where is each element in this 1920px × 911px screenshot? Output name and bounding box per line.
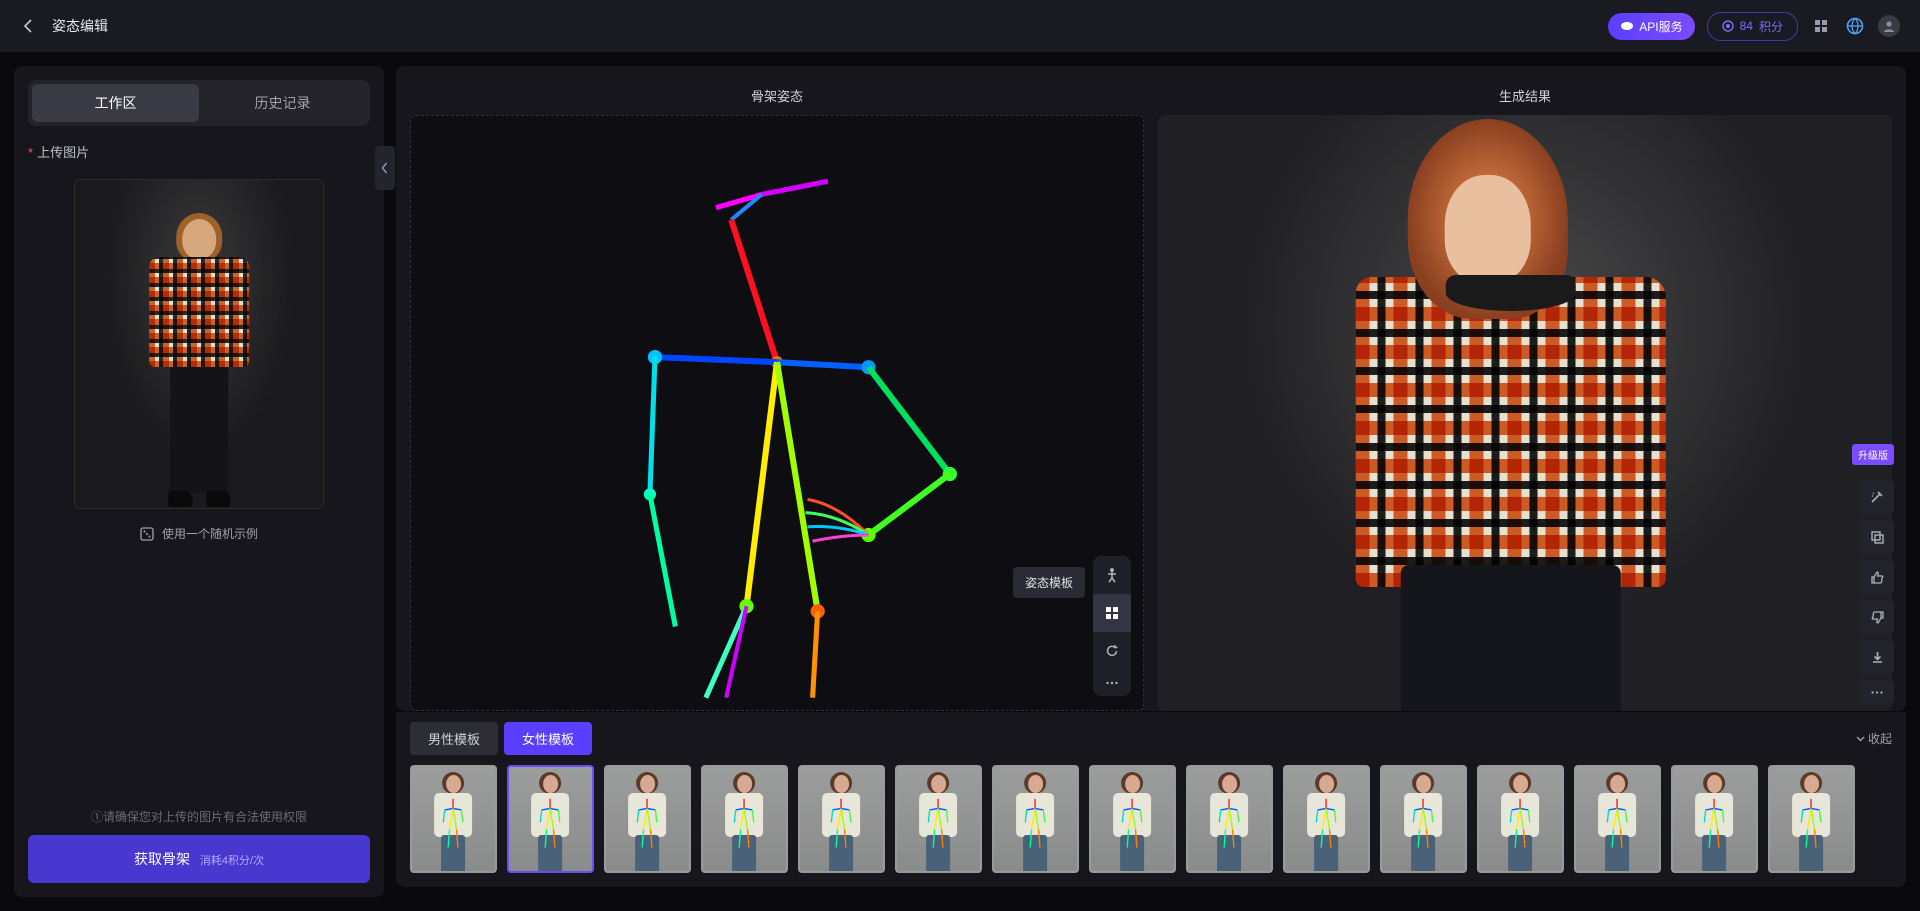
sidebar-bottom: ①请确保您对上传的图片有合法使用权限 获取骨架 消耗4积分/次	[28, 808, 370, 883]
topbar-right: API服务 84 积分	[1608, 12, 1900, 41]
upload-label-text: 上传图片	[37, 145, 89, 160]
sidebar: 工作区 历史记录 *上传图片 使用一个随机示例	[14, 66, 384, 897]
main-area: 工作区 历史记录 *上传图片 使用一个随机示例	[0, 52, 1920, 911]
credits-button[interactable]: 84 积分	[1707, 12, 1798, 41]
template-thumb[interactable]	[701, 765, 788, 873]
template-thumb[interactable]	[1477, 765, 1564, 873]
template-thumb[interactable]	[507, 765, 594, 873]
pose-tool-body-icon[interactable]	[1093, 556, 1131, 594]
template-thumb[interactable]	[604, 765, 691, 873]
credits-unit: 积分	[1759, 18, 1783, 35]
upload-preview[interactable]	[74, 179, 324, 509]
get-skeleton-button[interactable]: 获取骨架 消耗4积分/次	[28, 835, 370, 883]
skeleton-panel-title: 骨架姿态	[410, 80, 1144, 115]
sidebar-collapse-handle[interactable]	[375, 146, 395, 190]
content: 骨架姿态	[396, 66, 1906, 897]
tool-thumbs-down-icon[interactable]	[1860, 600, 1894, 634]
tab-history[interactable]: 历史记录	[199, 84, 366, 122]
pose-tool-templates-icon[interactable]	[1093, 594, 1131, 632]
template-thumb[interactable]	[1089, 765, 1176, 873]
credits-value: 84	[1740, 19, 1753, 33]
dice-icon	[140, 527, 154, 541]
pose-tool-reset-icon[interactable]	[1093, 632, 1131, 670]
api-service-button[interactable]: API服务	[1608, 13, 1694, 40]
chevron-down-icon	[1856, 734, 1865, 743]
page-title: 姿态编辑	[52, 16, 108, 36]
collapse-label: 收起	[1868, 730, 1892, 747]
template-thumb[interactable]	[1186, 765, 1273, 873]
action-label: 获取骨架	[134, 851, 190, 867]
globe-icon[interactable]	[1844, 15, 1866, 37]
random-example-label: 使用一个随机示例	[162, 525, 258, 542]
template-thumb[interactable]	[1574, 765, 1661, 873]
action-cost: 消耗4积分/次	[200, 855, 264, 867]
template-thumb[interactable]	[410, 765, 497, 873]
result-image	[1158, 115, 1892, 711]
result-toolbar	[1860, 480, 1894, 710]
template-thumb[interactable]	[798, 765, 885, 873]
tool-download-icon[interactable]	[1860, 640, 1894, 674]
strip-header: 男性模板 女性模板 收起	[410, 722, 1892, 755]
template-thumb[interactable]	[1380, 765, 1467, 873]
apps-icon[interactable]	[1810, 15, 1832, 37]
skeleton-canvas[interactable]: 姿态模板	[410, 115, 1144, 711]
topbar: 姿态编辑 API服务 84 积分	[0, 0, 1920, 52]
collapse-strip-button[interactable]: 收起	[1856, 730, 1892, 747]
random-example-button[interactable]: 使用一个随机示例	[28, 525, 370, 542]
result-panel: 生成结果 升级版	[1158, 80, 1892, 711]
tab-female-template[interactable]: 女性模板	[504, 722, 592, 755]
pose-tool-more-icon[interactable]	[1093, 670, 1131, 696]
upgrade-badge[interactable]: 升级版	[1852, 444, 1894, 465]
template-thumbs	[410, 765, 1892, 873]
gender-tabs: 男性模板 女性模板	[410, 722, 592, 755]
api-label: API服务	[1639, 18, 1682, 35]
result-panel-title: 生成结果	[1158, 80, 1892, 115]
template-thumb[interactable]	[1671, 765, 1758, 873]
sidebar-tabs: 工作区 历史记录	[28, 80, 370, 126]
pose-template-tooltip: 姿态模板	[1013, 567, 1085, 598]
pose-toolbar	[1093, 556, 1131, 696]
tool-more-icon[interactable]	[1860, 680, 1894, 704]
template-thumb[interactable]	[895, 765, 982, 873]
panels-row: 骨架姿态	[396, 66, 1906, 711]
tool-thumbs-up-icon[interactable]	[1860, 560, 1894, 594]
topbar-left: 姿态编辑	[20, 16, 108, 36]
template-thumb[interactable]	[1283, 765, 1370, 873]
tab-workspace[interactable]: 工作区	[32, 84, 199, 122]
permission-note: ①请确保您对上传的图片有合法使用权限	[28, 808, 370, 825]
template-thumb[interactable]	[992, 765, 1079, 873]
skeleton-panel: 骨架姿态	[410, 80, 1144, 711]
upload-label: *上传图片	[28, 142, 370, 161]
template-thumb[interactable]	[1768, 765, 1855, 873]
back-arrow-icon[interactable]	[20, 17, 38, 35]
tool-enhance-icon[interactable]	[1860, 480, 1894, 514]
tool-copy-icon[interactable]	[1860, 520, 1894, 554]
template-strip: 男性模板 女性模板 收起	[396, 711, 1906, 887]
tab-male-template[interactable]: 男性模板	[410, 722, 498, 755]
user-avatar-icon[interactable]	[1878, 15, 1900, 37]
